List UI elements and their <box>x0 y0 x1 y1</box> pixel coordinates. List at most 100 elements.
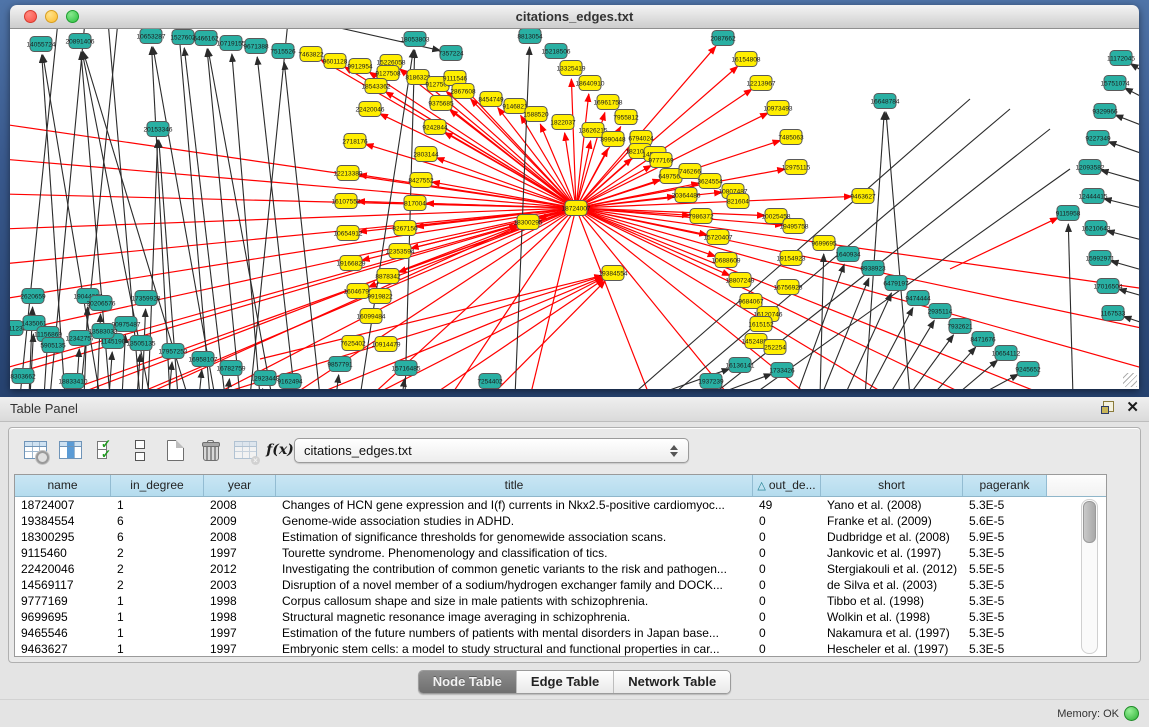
cell-title[interactable]: Genome-wide association studies in ADHD. <box>276 513 753 529</box>
graph-node[interactable]: 18724007 <box>562 201 591 216</box>
graph-edge[interactable] <box>210 208 576 389</box>
graph-node[interactable]: 16648784 <box>871 94 900 109</box>
graph-edge[interactable] <box>886 112 910 389</box>
cell-title[interactable]: Disruption of a novel member of a sodium… <box>276 577 753 593</box>
cell-pagerank[interactable]: 5.3E-5 <box>963 609 1047 625</box>
graph-edge[interactable] <box>865 112 884 389</box>
cell-in_degree[interactable]: 2 <box>111 577 204 593</box>
graph-node[interactable]: 1615152 <box>748 317 774 332</box>
graph-node[interactable]: 18833410 <box>59 374 88 389</box>
cell-name[interactable]: 18724007 <box>15 497 111 513</box>
graph-node[interactable]: 13583033 <box>89 324 118 339</box>
graph-node[interactable]: 2087662 <box>710 31 736 46</box>
graph-edge[interactable] <box>571 79 576 208</box>
graph-node[interactable]: 821604 <box>727 194 749 209</box>
cell-name[interactable]: 19384554 <box>15 513 111 529</box>
graph-node[interactable]: 16756928 <box>774 280 803 295</box>
graph-node[interactable]: 15218506 <box>542 44 571 59</box>
cell-out_de[interactable]: 0 <box>753 641 821 656</box>
cell-in_degree[interactable]: 1 <box>111 593 204 609</box>
tab-network-table[interactable]: Network Table <box>614 671 730 693</box>
cell-year[interactable]: 1997 <box>204 545 276 561</box>
graph-edge[interactable] <box>888 320 934 389</box>
cell-pagerank[interactable]: 5.3E-5 <box>963 641 1047 656</box>
graph-node[interactable]: 8813054 <box>517 29 543 44</box>
select-all-icon[interactable]: ✓✓ <box>89 434 121 466</box>
cell-title[interactable]: Corpus callosum shape and size in male p… <box>276 593 753 609</box>
graph-node[interactable]: 9162494 <box>277 374 303 389</box>
graph-edge[interactable] <box>796 264 844 389</box>
table-row[interactable]: 1456911722003Disruption of a novel membe… <box>15 577 1106 593</box>
graph-node[interactable]: 9463627 <box>850 189 876 204</box>
graph-edge[interactable] <box>530 208 576 389</box>
cell-out_de[interactable]: 0 <box>753 625 821 641</box>
graph-node[interactable]: 10688609 <box>712 253 741 268</box>
graph-node[interactable]: 13505135 <box>127 336 156 351</box>
graph-edge[interactable] <box>148 140 158 389</box>
graph-edge[interactable] <box>1104 199 1139 209</box>
graph-node[interactable]: 3624554 <box>697 174 723 189</box>
function-builder-icon[interactable]: f(x) <box>264 434 296 466</box>
float-panel-icon[interactable] <box>1101 401 1114 414</box>
graph-node[interactable]: 9912954 <box>347 59 373 74</box>
cell-in_degree[interactable]: 2 <box>111 561 204 577</box>
graph-node[interactable]: 9857791 <box>327 357 353 372</box>
graph-node[interactable]: 10654112 <box>992 346 1021 361</box>
cell-pagerank[interactable]: 5.6E-5 <box>963 513 1047 529</box>
table-row[interactable]: 2242004622012Investigating the contribut… <box>15 561 1106 577</box>
new-column-icon[interactable] <box>159 434 191 466</box>
cell-title[interactable]: Estimation of the future numbers of pati… <box>276 625 753 641</box>
column-header-short[interactable]: short <box>821 475 963 496</box>
graph-edge[interactable] <box>1111 261 1139 271</box>
graph-node[interactable]: 16136141 <box>726 358 755 373</box>
cell-title[interactable]: Investigating the contribution of common… <box>276 561 753 577</box>
column-header-out_de[interactable]: △out_de... <box>753 475 821 496</box>
cell-title[interactable]: Tourette syndrome. Phenomenology and cla… <box>276 545 753 561</box>
cell-in_degree[interactable]: 1 <box>111 641 204 656</box>
graph-node[interactable]: 16099484 <box>357 309 386 324</box>
graph-edge[interactable] <box>1107 231 1139 241</box>
cell-in_degree[interactable]: 1 <box>111 609 204 625</box>
graph-node[interactable]: 16958107 <box>189 352 218 367</box>
graph-node[interactable]: 9474444 <box>905 291 931 306</box>
graph-node[interactable]: 2803144 <box>413 147 439 162</box>
cell-out_de[interactable]: 0 <box>753 545 821 561</box>
graph-node[interactable]: 19154923 <box>777 251 806 266</box>
graph-node[interactable]: 7932621 <box>947 319 973 334</box>
cell-year[interactable]: 1997 <box>204 641 276 656</box>
table-row[interactable]: 1938455462009Genome-wide association stu… <box>15 513 1106 529</box>
cell-year[interactable]: 2009 <box>204 513 276 529</box>
graph-node[interactable]: 2935114 <box>928 304 953 319</box>
cell-short[interactable]: Wolkin et al. (1998) <box>821 609 963 625</box>
cell-in_degree[interactable]: 6 <box>111 529 204 545</box>
graph-node[interactable]: 15992971 <box>1086 251 1115 266</box>
graph-node[interactable]: 1588520 <box>523 107 549 122</box>
tab-edge-table[interactable]: Edge Table <box>517 671 614 693</box>
graph-node[interactable]: 6479197 <box>883 276 909 291</box>
cell-pagerank[interactable]: 5.3E-5 <box>963 497 1047 513</box>
cell-short[interactable]: de Silva et al. (2003) <box>821 577 963 593</box>
graph-node[interactable]: 8938923 <box>860 261 886 276</box>
graph-node[interactable]: 16961758 <box>594 95 623 110</box>
graph-edge[interactable] <box>576 208 1139 369</box>
graph-edge[interactable] <box>1068 224 1073 389</box>
graph-edge[interactable] <box>178 29 210 389</box>
cell-pagerank[interactable]: 5.3E-5 <box>963 577 1047 593</box>
graph-node[interactable]: 252254 <box>764 340 786 355</box>
cell-year[interactable]: 2008 <box>204 529 276 545</box>
table-row[interactable]: 969969511998Structural magnetic resonanc… <box>15 609 1106 625</box>
graph-node[interactable]: 18053803 <box>401 32 430 47</box>
graph-edge[interactable] <box>1115 115 1139 127</box>
cell-pagerank[interactable]: 5.3E-5 <box>963 593 1047 609</box>
graph-edge[interactable] <box>1108 142 1139 155</box>
table-row[interactable]: 946554611997Estimation of the future num… <box>15 625 1106 641</box>
cell-name[interactable]: 9115460 <box>15 545 111 561</box>
cell-name[interactable]: 9465546 <box>15 625 111 641</box>
cell-pagerank[interactable]: 5.5E-5 <box>963 561 1047 577</box>
graph-node[interactable]: 2867608 <box>450 84 476 99</box>
graph-node[interactable]: 7955812 <box>613 110 639 125</box>
graph-edge[interactable] <box>10 208 576 334</box>
graph-node[interactable]: 16154808 <box>732 52 761 67</box>
graph-node[interactable]: 19384554 <box>599 266 628 281</box>
graph-node[interactable]: 20153346 <box>144 122 173 137</box>
